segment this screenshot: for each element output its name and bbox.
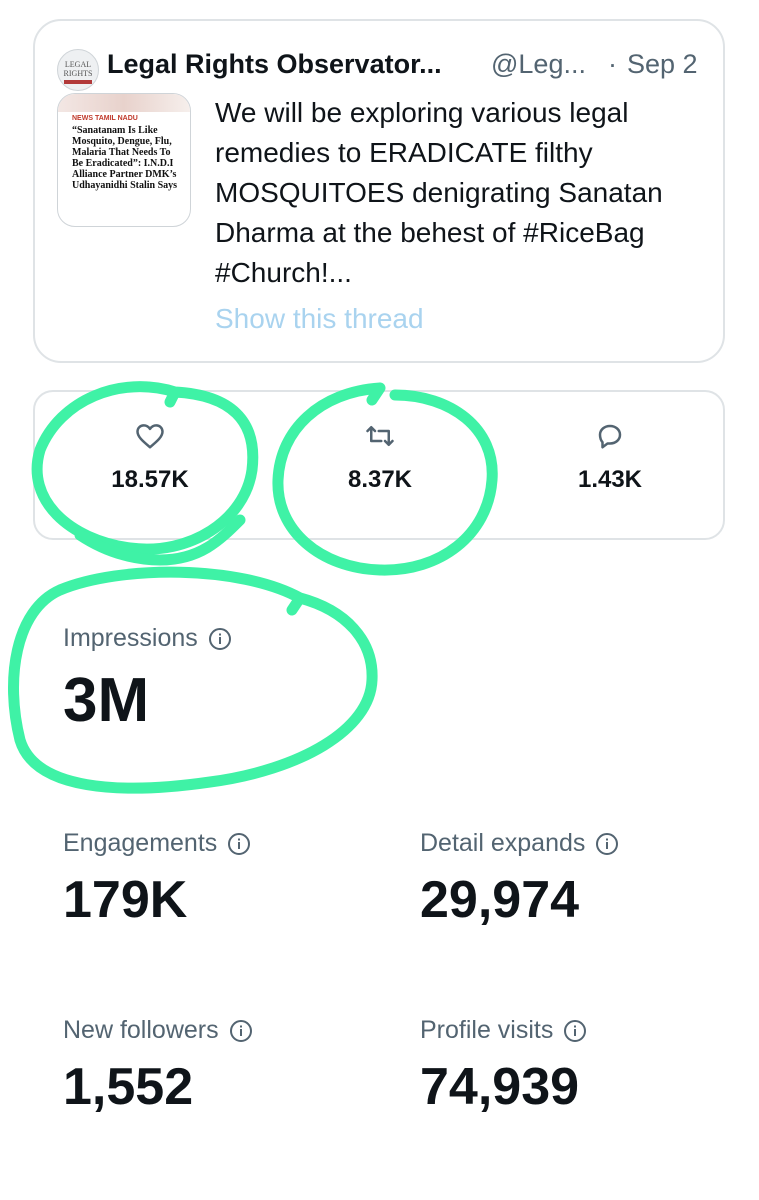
- new-followers-metric: New followers 1,552: [63, 1016, 253, 1117]
- replies-stat[interactable]: 1.43K: [495, 422, 725, 494]
- tweet-date[interactable]: Sep 2: [627, 49, 698, 80]
- replies-count: 1.43K: [577, 466, 643, 493]
- impressions-value: 3M: [63, 666, 150, 735]
- detail-expands-metric: Detail expands 29,974: [420, 829, 619, 930]
- tweet-text: We will be exploring various legal remed…: [215, 97, 663, 288]
- tweet-thumbnail[interactable]: NEWS TAMIL NADU “Sanatanam Is Like Mosqu…: [57, 93, 191, 227]
- info-icon[interactable]: [208, 627, 232, 651]
- thumbnail-headline: “Sanatanam Is Like Mosquito, Dengue, Flu…: [72, 125, 178, 191]
- profile-visits-value: 74,939: [420, 1058, 580, 1116]
- author-handle[interactable]: @Leg...: [491, 49, 586, 80]
- retweets-count: 8.37K: [347, 466, 413, 493]
- detail-expands-label: Detail expands: [420, 829, 586, 857]
- engagements-metric: Engagements 179K: [63, 829, 251, 930]
- show-thread-link[interactable]: Show this thread: [215, 303, 424, 335]
- engagements-label: Engagements: [63, 829, 218, 857]
- retweet-icon: [366, 426, 394, 446]
- retweets-stat[interactable]: 8.37K: [265, 422, 495, 494]
- heart-icon: [136, 424, 164, 449]
- info-icon[interactable]: [595, 832, 619, 856]
- likes-stat[interactable]: 18.57K: [35, 422, 265, 494]
- info-icon[interactable]: [227, 832, 251, 856]
- profile-visits-label: Profile visits: [420, 1016, 554, 1044]
- author-avatar[interactable]: LEGAL RIGHTS: [57, 49, 99, 91]
- new-followers-value: 1,552: [63, 1058, 194, 1116]
- profile-visits-metric: Profile visits 74,939: [420, 1016, 587, 1117]
- impressions-metric: Impressions 3M: [63, 624, 232, 736]
- detail-expands-value: 29,974: [420, 871, 580, 929]
- reply-icon: [598, 424, 622, 449]
- author-name[interactable]: Legal Rights Observator...: [107, 49, 475, 80]
- engagements-value: 179K: [63, 871, 188, 929]
- engagement-bar: 18.57K 8.37K 1.43K: [33, 390, 725, 540]
- thumbnail-tag: NEWS TAMIL NADU: [72, 115, 138, 122]
- separator-dot: ·: [608, 49, 617, 79]
- avatar-text: LEGAL RIGHTS: [63, 60, 93, 78]
- quoted-tweet-card[interactable]: LEGAL RIGHTS Legal Rights Observator... …: [33, 19, 725, 363]
- likes-count: 18.57K: [111, 466, 189, 493]
- info-icon[interactable]: [229, 1019, 253, 1043]
- impressions-label: Impressions: [63, 624, 198, 652]
- new-followers-label: New followers: [63, 1016, 219, 1044]
- info-icon[interactable]: [563, 1019, 587, 1043]
